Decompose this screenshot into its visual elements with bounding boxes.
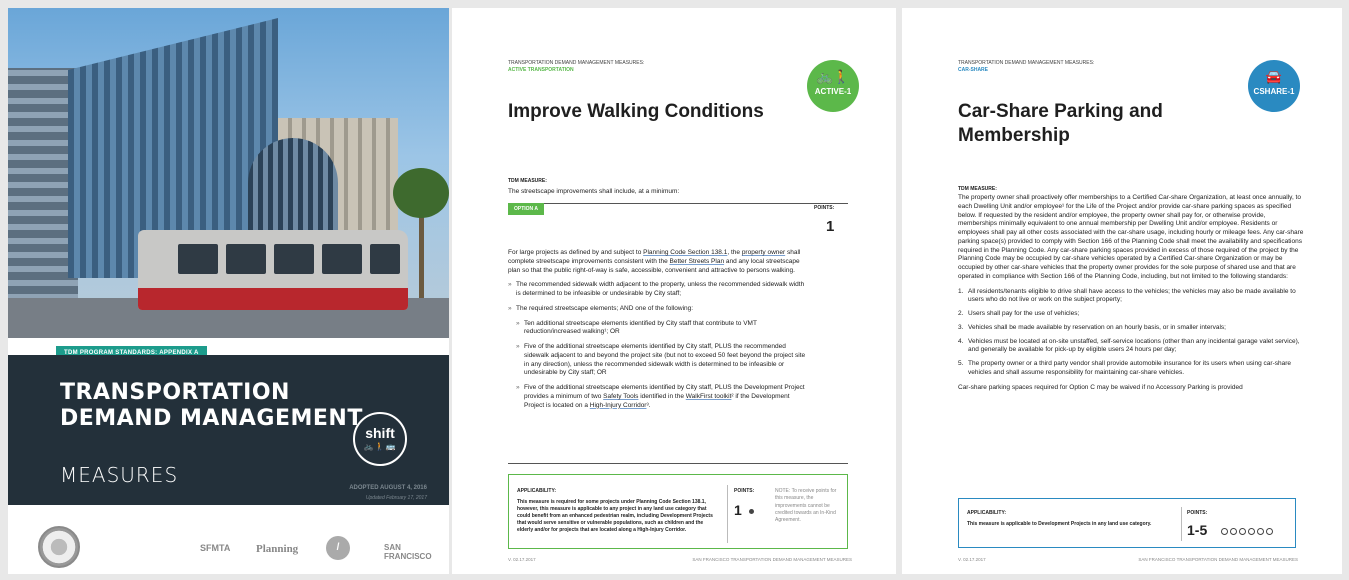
list-item: The required streetscape elements; AND o… xyxy=(508,305,808,314)
bike-walk-bus-icon: 🚲🚶🚌 xyxy=(363,442,397,451)
city-seal-icon xyxy=(38,526,80,568)
sf-logo: SAN FRANCISCO xyxy=(384,543,432,561)
active-1-page: TRANSPORTATION DEMAND MANAGEMENT MEASURE… xyxy=(452,8,896,574)
intro-text: The streetscape improvements shall inclu… xyxy=(508,188,680,195)
planning-logo: Planning xyxy=(256,543,299,555)
applicability-text: APPLICABILITY: This measure is required … xyxy=(517,488,715,534)
adopted-date: ADOPTED AUGUST 4, 2016 xyxy=(349,485,427,491)
list-item: 5. The property owner or a third party ve… xyxy=(958,360,1291,377)
points-dots-icon xyxy=(1221,528,1273,535)
list-item: 2. Users shall pay for the use of vehicle… xyxy=(958,310,1080,318)
tdm-measure-label: TDM MEASURE: xyxy=(958,186,997,192)
list-item: 3. Vehicles shall be made available by re… xyxy=(958,323,1226,331)
points-label: POINTS: xyxy=(814,205,835,211)
high-injury-link[interactable]: High-Injury Corridor xyxy=(590,402,647,409)
list-item: 4. Vehicles must be located at on-site un… xyxy=(958,337,1300,354)
updated-date: Updated February 17, 2017 xyxy=(365,495,427,501)
applicability-label: APPLICABILITY: xyxy=(967,510,1007,516)
option-a-label: OPTION A xyxy=(508,203,544,215)
page-title: Car-Share Parking and Membership xyxy=(958,100,1163,149)
badge-label: ACTIVE-1 xyxy=(814,87,852,96)
measure-body: For large projects as defined by and sub… xyxy=(508,249,808,416)
subcategory-label: CAR-SHARE xyxy=(958,67,988,73)
cshare-1-page: TRANSPORTATION DEMAND MANAGEMENT MEASURE… xyxy=(902,8,1342,574)
property-owner-link[interactable]: property owner xyxy=(742,249,785,256)
version-footer: V. 02.17.2017 xyxy=(508,557,536,562)
list-item: The recommended sidewalk width adjacent … xyxy=(508,281,808,299)
sfmta-logo: SFMTA xyxy=(200,543,231,553)
applicability-points-label: POINTS: xyxy=(1187,510,1208,516)
measure-body: The property owner shall proactively off… xyxy=(958,194,1305,399)
divider xyxy=(508,203,848,204)
measure-badge: 🚲🚶 ACTIVE-1 xyxy=(807,60,859,112)
applicability-text: APPLICABILITY: This measure is applicabl… xyxy=(967,510,1177,529)
doc-footer: SAN FRANCISCO TRANSPORTATION DEMAND MANA… xyxy=(1138,557,1298,562)
better-streets-link[interactable]: Better Streets Plan xyxy=(670,258,725,265)
cover-title-line2: DEMAND MANAGEMENT xyxy=(60,406,363,432)
list-item: 1. All residents/tenants eligible to driv… xyxy=(958,287,1296,304)
shift-logo: shift 🚲🚶🚌 xyxy=(353,412,407,466)
points-dot-icon xyxy=(749,509,754,514)
safety-tools-link[interactable]: Safety Tools xyxy=(603,393,638,400)
streetcar-image xyxy=(138,230,408,310)
applicability-points-value: 1-5 xyxy=(1187,522,1208,538)
bike-walk-icon: 🚲🚶 xyxy=(816,69,850,84)
walkfirst-link[interactable]: WalkFirst toolkit xyxy=(686,393,732,400)
divider xyxy=(508,463,848,464)
para2: Car-share parking spaces required for Op… xyxy=(958,383,1243,391)
applicability-label: APPLICABILITY: xyxy=(517,488,557,494)
tdm-measure-label: TDM MEASURE: xyxy=(508,178,547,184)
title-line2: Membership xyxy=(958,125,1070,147)
county-transportation-logo: / xyxy=(326,536,350,560)
partner-logos: SFMTA Planning / SAN FRANCISCO xyxy=(8,518,449,574)
version-footer: V. 02.17.2017 xyxy=(958,557,986,562)
category-label: TRANSPORTATION DEMAND MANAGEMENT MEASURE… xyxy=(958,60,1095,66)
points-value: 1 xyxy=(826,218,835,235)
title-line1: Car-Share Parking and xyxy=(958,101,1163,122)
para1: For large projects as defined by and sub… xyxy=(508,249,801,274)
category-label: TRANSPORTATION DEMAND MANAGEMENT MEASURE… xyxy=(508,60,645,66)
list-item: Five of the additional streetscape eleme… xyxy=(516,343,808,378)
measure-badge: 🚘 CSHARE-1 xyxy=(1248,60,1300,112)
applicability-body: This measure is applicable to Developmen… xyxy=(967,521,1152,528)
cover-title-line1: TRANSPORTATION xyxy=(60,380,290,405)
cover-title: TRANSPORTATION DEMAND MANAGEMENT xyxy=(60,380,363,433)
applicability-body: This measure is required for some projec… xyxy=(517,499,713,533)
applicability-points-label: POINTS: xyxy=(734,488,755,494)
points-note: NOTE: To receive points for this measure… xyxy=(775,488,837,523)
applicability-box: APPLICABILITY: This measure is required … xyxy=(508,474,848,549)
planning-code-link[interactable]: Planning Code Section 138.1 xyxy=(643,249,727,256)
list-item: Five of the additional streetscape eleme… xyxy=(516,384,808,410)
badge-label: CSHARE-1 xyxy=(1253,87,1295,96)
subcategory-label: ACTIVE TRANSPORTATION xyxy=(508,67,574,73)
shift-word: shift xyxy=(365,425,395,441)
cover-subtitle: MEASURES xyxy=(60,463,179,487)
doc-footer: SAN FRANCISCO TRANSPORTATION DEMAND MANA… xyxy=(692,557,852,562)
page-title: Improve Walking Conditions xyxy=(508,101,764,122)
cover-photo xyxy=(8,8,449,338)
applicability-points-value: 1 xyxy=(734,502,742,518)
applicability-box: APPLICABILITY: This measure is applicabl… xyxy=(958,498,1296,548)
list-item: Ten additional streetscape elements iden… xyxy=(516,320,808,338)
car-icon: 🚘 xyxy=(1265,69,1283,84)
para1: The property owner shall proactively off… xyxy=(958,194,1304,280)
cover-page: TDM PROGRAM STANDARDS: APPENDIX A TRANSP… xyxy=(8,8,449,574)
